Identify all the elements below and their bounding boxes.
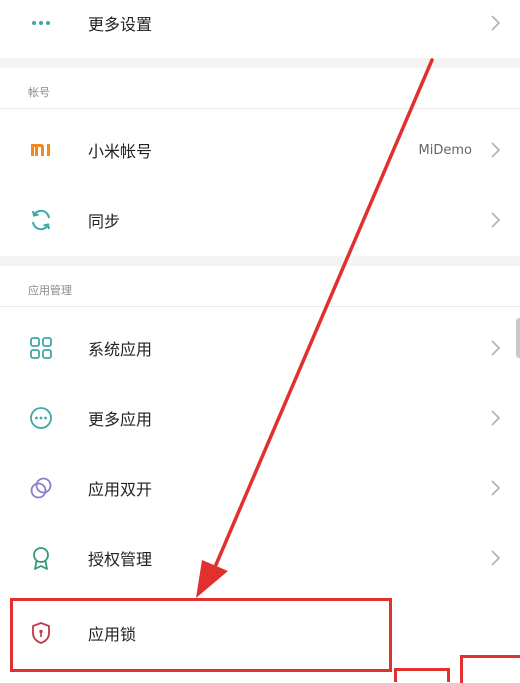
section-gap — [0, 58, 520, 68]
chevron-right-icon — [491, 142, 501, 158]
row-label: 更多设置 — [88, 15, 153, 34]
divider — [0, 108, 520, 109]
highlight-box-tertiary — [460, 655, 520, 683]
dual-rings-icon — [28, 475, 54, 501]
sync-icon — [28, 207, 54, 233]
section-title-app-management: 应用管理 — [28, 284, 72, 297]
row-label: 小米帐号 — [88, 142, 153, 161]
section-gap — [0, 256, 520, 266]
highlight-box — [10, 598, 392, 672]
award-ribbon-icon — [28, 545, 54, 571]
scrollbar-thumb[interactable] — [516, 318, 520, 358]
mi-logo-icon — [28, 137, 54, 163]
row-system-apps[interactable]: 系统应用 — [0, 313, 520, 383]
chevron-right-icon — [491, 340, 501, 356]
highlight-box-secondary — [394, 668, 450, 682]
row-label: 更多应用 — [88, 410, 153, 429]
three-dots-icon — [28, 10, 54, 36]
row-label: 同步 — [88, 212, 121, 231]
row-more-apps[interactable]: 更多应用 — [0, 383, 520, 453]
chevron-right-icon — [491, 212, 501, 228]
chevron-right-icon — [491, 15, 501, 31]
row-more-settings[interactable]: 更多设置 — [0, 0, 520, 58]
row-mi-account[interactable]: 小米帐号 MiDemo — [0, 115, 520, 185]
chevron-right-icon — [491, 480, 501, 496]
row-label: 授权管理 — [88, 550, 153, 569]
row-label: 系统应用 — [88, 340, 153, 359]
chevron-right-icon — [491, 410, 501, 426]
row-sync[interactable]: 同步 — [0, 185, 520, 255]
grid-icon — [28, 335, 54, 361]
divider — [0, 306, 520, 307]
row-label: 应用双开 — [88, 480, 153, 499]
chevron-right-icon — [491, 550, 501, 566]
account-name-value: MiDemo — [418, 142, 472, 158]
row-permissions[interactable]: 授权管理 — [0, 523, 520, 593]
dots-circle-icon — [28, 405, 54, 431]
row-dual-apps[interactable]: 应用双开 — [0, 453, 520, 523]
settings-screen: 更多设置 帐号 小米帐号 MiDemo 同步 应用管理 系统应用 更多应用 应用… — [0, 0, 520, 683]
section-title-account: 帐号 — [28, 86, 50, 99]
